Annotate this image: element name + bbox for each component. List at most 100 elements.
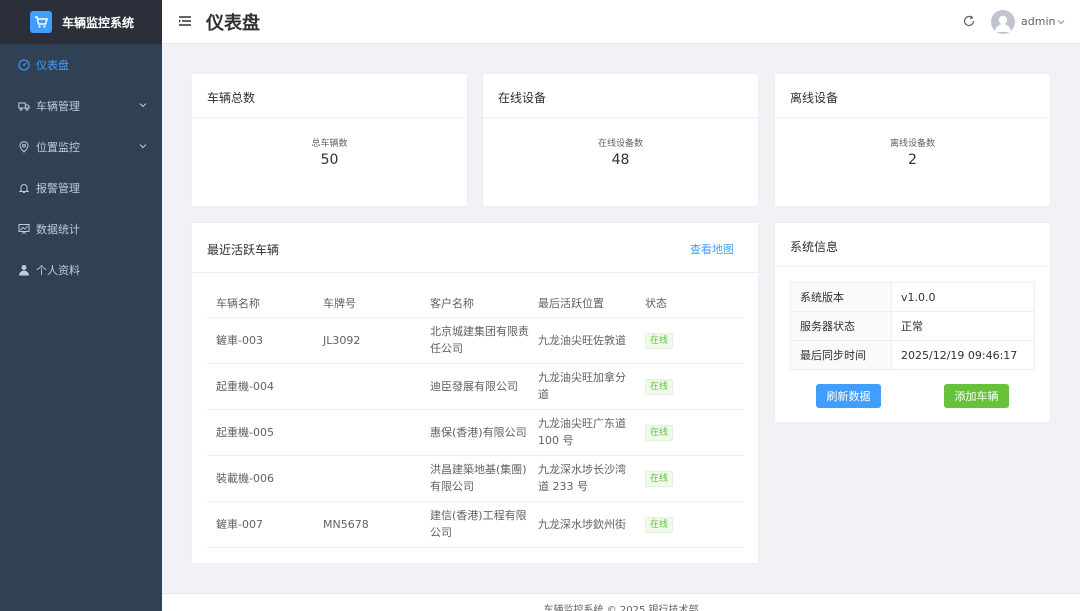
column-header[interactable]: 车辆名称 — [207, 289, 314, 318]
stat-card-offline: 离线设备 离线设备数 2 — [774, 73, 1051, 207]
status-badge: 在线 — [645, 425, 674, 441]
sidebar-item-label: 个人资料 — [36, 263, 80, 277]
sidebar-item-label: 报警管理 — [36, 181, 80, 195]
sidebar-item-label: 位置监控 — [36, 140, 80, 154]
truck-icon — [18, 100, 30, 112]
chevron-down-icon[interactable] — [1056, 16, 1066, 26]
table-row[interactable]: 起重機-005 惠保(香港)有限公司 九龙油尖旺广东道 100 号 在线 — [207, 409, 744, 456]
info-row: 服务器状态 正常 — [790, 311, 1035, 341]
sidebar-menu: 仪表盘 车辆管理 位置监控 报警管理 数据统计 个人资料 — [0, 44, 162, 290]
info-key: 系统版本 — [790, 282, 892, 312]
card-header: 车辆总数 — [192, 74, 467, 118]
card-header: 在线设备 — [483, 74, 758, 118]
table-row[interactable]: 鏟車-003 JL3092 北京城建集团有限责任公司 九龙油尖旺佐敦道 在线 — [207, 317, 744, 364]
status-cell: 在线 — [636, 455, 744, 502]
system-info-table: 系统版本 v1.0.0 服务器状态 正常 最后同步时间 2025/12/19 0… — [790, 282, 1035, 370]
column-header[interactable]: 客户名称 — [421, 289, 529, 318]
last-location: 九龙油尖旺佐敦道 — [529, 317, 636, 364]
info-row: 系统版本 v1.0.0 — [790, 282, 1035, 312]
footer: 车辆监控系统 © 2025 银行技术部 — [162, 593, 1080, 611]
customer-name: 北京城建集团有限责任公司 — [421, 317, 529, 364]
stat-label: 总车辆数 — [311, 139, 348, 149]
status-cell: 在线 — [636, 409, 744, 456]
vehicle-name: 起重機-005 — [207, 409, 314, 456]
recent-vehicles-card: 最近活跃车辆 查看地图 车辆名称 车牌号 客户名称 最后活跃位置 状态 鏟車-0… — [191, 222, 759, 564]
stat-card-total: 车辆总数 总车辆数 50 — [191, 73, 468, 207]
chevron-down-icon — [138, 100, 148, 110]
column-header[interactable]: 最后活跃位置 — [529, 289, 636, 318]
table-row[interactable]: 起重機-004 迪臣發展有限公司 九龙油尖旺加拿分道 在线 — [207, 363, 744, 410]
card-header: 最近活跃车辆 查看地图 — [192, 223, 758, 273]
plate-number — [314, 455, 421, 502]
sidebar-item-profile[interactable]: 个人资料 — [0, 249, 162, 290]
username[interactable]: admin — [1021, 15, 1055, 28]
customer-name: 洪昌建築地基(集團)有限公司 — [421, 455, 529, 502]
card-title: 车辆总数 — [207, 91, 256, 105]
refresh-data-button[interactable]: 刷新数据 — [816, 384, 881, 408]
vehicle-name: 裝載機-006 — [207, 455, 314, 502]
card-title: 离线设备 — [790, 91, 839, 105]
refresh-icon[interactable] — [962, 14, 976, 28]
chevron-down-icon — [138, 141, 148, 151]
add-vehicle-button[interactable]: 添加车辆 — [944, 384, 1009, 408]
plate-number: MN5678 — [314, 501, 421, 548]
stat-value: 50 — [320, 152, 339, 168]
top-header: 仪表盘 admin — [162, 0, 1080, 44]
info-value: 2025/12/19 09:46:17 — [891, 340, 1035, 370]
card-header: 离线设备 — [775, 74, 1050, 118]
status-cell: 在线 — [636, 317, 744, 364]
cart-icon — [30, 11, 52, 33]
info-key: 服务器状态 — [790, 311, 892, 341]
status-badge: 在线 — [645, 471, 674, 487]
table-row[interactable]: 裝載機-006 洪昌建築地基(集團)有限公司 九龙深水埗长沙湾道 233 号 在… — [207, 455, 744, 502]
vehicle-name: 鏟車-007 — [207, 501, 314, 548]
stat-card-online: 在线设备 在线设备数 48 — [482, 73, 759, 207]
vehicle-table: 车辆名称 车牌号 客户名称 最后活跃位置 状态 鏟車-003 JL3092 北京… — [207, 289, 744, 548]
page-title: 仪表盘 — [206, 13, 260, 34]
plate-number: JL3092 — [314, 317, 421, 364]
app-title: 车辆监控系统 — [62, 15, 135, 30]
status-cell: 在线 — [636, 363, 744, 410]
info-key: 最后同步时间 — [790, 340, 892, 370]
chart-icon — [18, 223, 30, 235]
logo[interactable]: 车辆监控系统 — [0, 0, 162, 44]
menu-toggle-icon[interactable] — [178, 14, 192, 28]
customer-name: 建信(香港)工程有限公司 — [421, 501, 529, 548]
column-header[interactable]: 车牌号 — [314, 289, 421, 318]
vehicle-name: 起重機-004 — [207, 363, 314, 410]
avatar[interactable] — [991, 10, 1015, 34]
status-cell: 在线 — [636, 501, 744, 548]
stat-value: 48 — [611, 152, 630, 168]
sidebar-item-location[interactable]: 位置监控 — [0, 126, 162, 167]
card-header: 系统信息 — [775, 223, 1050, 267]
info-row: 最后同步时间 2025/12/19 09:46:17 — [790, 340, 1035, 370]
card-title: 最近活跃车辆 — [207, 243, 280, 257]
status-badge: 在线 — [645, 517, 674, 533]
sidebar-item-dashboard[interactable]: 仪表盘 — [0, 44, 162, 85]
sidebar-item-label: 车辆管理 — [36, 99, 80, 113]
status-badge: 在线 — [645, 333, 674, 349]
vehicle-name: 鏟車-003 — [207, 317, 314, 364]
sidebar-item-statistics[interactable]: 数据统计 — [0, 208, 162, 249]
last-location: 九龙深水埗欽州街 — [529, 501, 636, 548]
last-location: 九龙深水埗长沙湾道 233 号 — [529, 455, 636, 502]
stat-value: 2 — [908, 152, 917, 168]
status-badge: 在线 — [645, 379, 674, 395]
customer-name: 惠保(香港)有限公司 — [421, 409, 529, 456]
info-value: v1.0.0 — [891, 282, 1035, 312]
sidebar-item-label: 仪表盘 — [36, 58, 69, 72]
last-location: 九龙油尖旺广东道 100 号 — [529, 409, 636, 456]
last-location: 九龙油尖旺加拿分道 — [529, 363, 636, 410]
stat-label: 离线设备数 — [889, 139, 935, 149]
location-icon — [18, 140, 30, 153]
view-map-link[interactable]: 查看地图 — [690, 241, 734, 257]
customer-name: 迪臣發展有限公司 — [421, 363, 529, 410]
dashboard-icon — [18, 58, 30, 71]
bell-icon — [18, 182, 30, 194]
plate-number — [314, 409, 421, 456]
sidebar-item-alarms[interactable]: 报警管理 — [0, 167, 162, 208]
sidebar-item-vehicles[interactable]: 车辆管理 — [0, 85, 162, 126]
column-header[interactable]: 状态 — [636, 289, 744, 318]
table-row[interactable]: 鏟車-007 MN5678 建信(香港)工程有限公司 九龙深水埗欽州街 在线 — [207, 501, 744, 548]
table-header-row: 车辆名称 车牌号 客户名称 最后活跃位置 状态 — [207, 289, 744, 318]
